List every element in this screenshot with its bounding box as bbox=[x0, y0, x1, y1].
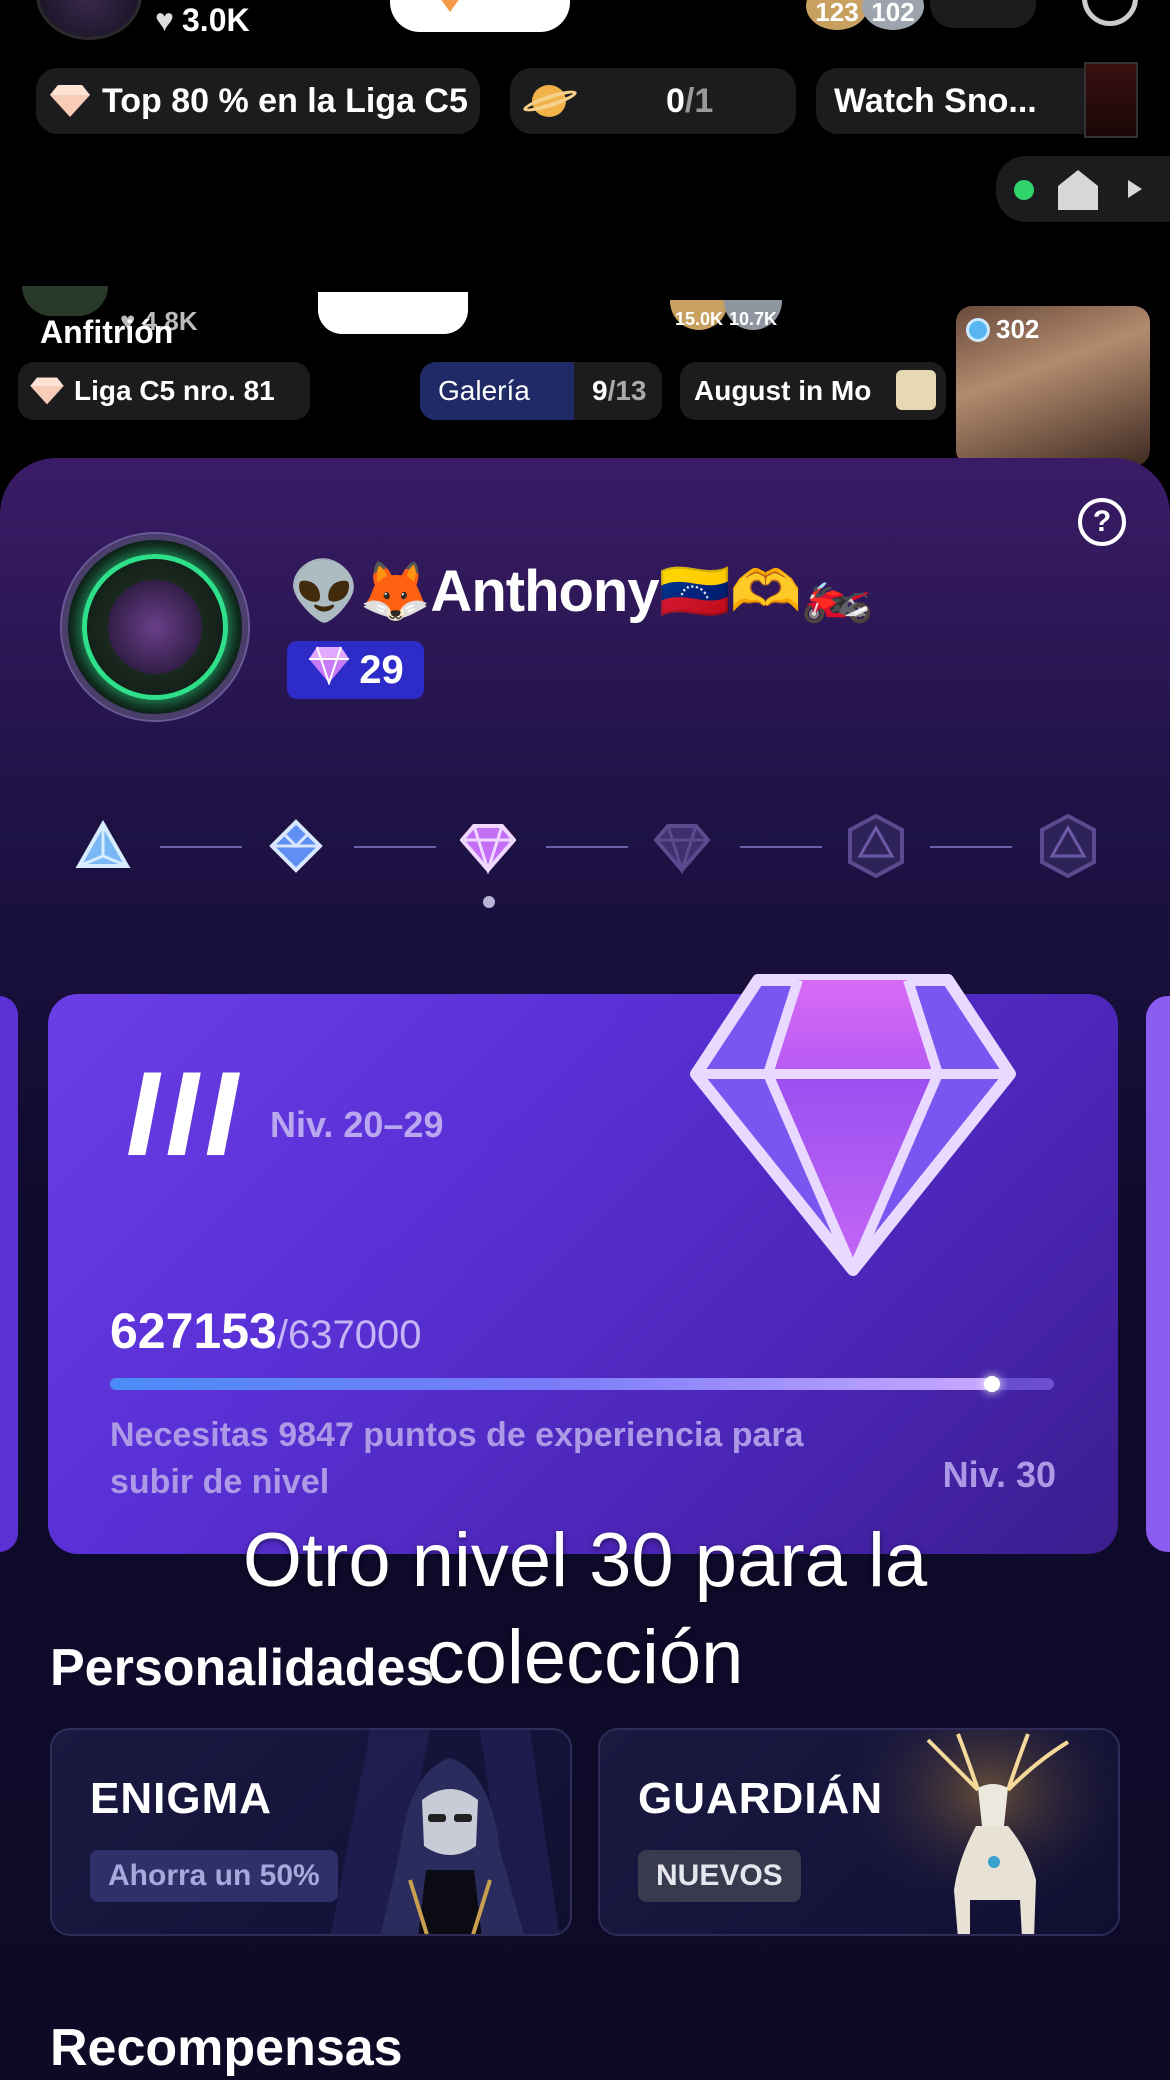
hooded-figure-image bbox=[330, 1730, 560, 1934]
tier-3-gem-icon[interactable] bbox=[459, 818, 517, 875]
rewards-title: Recompensas bbox=[50, 2019, 403, 2077]
purple-gem-icon bbox=[307, 645, 351, 695]
xp-counter: 627153/637000 bbox=[110, 1303, 422, 1359]
second-league-pill[interactable]: Liga C5 nro. 81 bbox=[18, 362, 310, 420]
personality-name: ENIGMA bbox=[90, 1774, 272, 1823]
host-likes: ♥ 3.0K bbox=[155, 2, 250, 38]
help-icon[interactable]: ? bbox=[1078, 498, 1126, 546]
tier-5-locked-icon[interactable] bbox=[844, 813, 908, 879]
live-stream-overlay: ♥ 3.0K 55 123 102 Top 80 % en la Liga C5… bbox=[0, 0, 1170, 470]
diamond-icon bbox=[30, 376, 64, 406]
planet-icon bbox=[521, 81, 579, 121]
event-poster-thumbnail bbox=[1084, 62, 1138, 138]
tier-connector bbox=[546, 846, 628, 848]
tier-progression bbox=[0, 813, 1170, 879]
xp-needed-text: Necesitas 9847 puntos de experiencia par… bbox=[110, 1416, 804, 1501]
avatar-emblem bbox=[108, 580, 202, 674]
xp-progress-fill bbox=[110, 1376, 1000, 1392]
heart-gift-icon bbox=[430, 0, 470, 12]
follow-button[interactable]: 55 bbox=[390, 0, 570, 32]
next-level-label: Niv. 30 bbox=[942, 1454, 1056, 1495]
host-label: Anfitrión bbox=[40, 314, 174, 350]
host-avatar[interactable] bbox=[36, 0, 142, 40]
large-gem-icon bbox=[688, 964, 1018, 1284]
second-host-avatar[interactable] bbox=[22, 286, 108, 316]
tier-connector bbox=[740, 846, 822, 848]
watch-pill[interactable]: Watch Sno... bbox=[816, 62, 1138, 138]
video-caption: Otro nivel 30 para la colección bbox=[242, 1518, 928, 1701]
tier-6-locked-icon[interactable] bbox=[1036, 813, 1100, 879]
viewer-count: 302 bbox=[966, 314, 1039, 345]
stream-controls[interactable] bbox=[996, 156, 1170, 222]
tier-connector bbox=[930, 846, 1012, 848]
tier-roman-numeral: III bbox=[126, 1047, 245, 1181]
personality-card-enigma[interactable]: ENIGMA Ahorra un 50% bbox=[50, 1728, 572, 1936]
personality-card-guardian[interactable]: GUARDIÁN NUEVOS bbox=[598, 1728, 1120, 1936]
diamond-icon bbox=[50, 83, 90, 119]
planet-progress-pill[interactable]: 0/1 bbox=[510, 68, 796, 134]
previous-level-card[interactable] bbox=[0, 996, 18, 1552]
top-coins: 123 102 bbox=[806, 0, 924, 30]
level-range: Niv. 20–29 bbox=[270, 1104, 444, 1145]
august-pill[interactable]: August in Mo bbox=[680, 362, 946, 420]
coin-icon: 102 bbox=[862, 0, 924, 30]
username: 👽🦊Anthony🇻🇪🫶🏍️ bbox=[288, 559, 873, 624]
level-sheet: ? 👽🦊Anthony🇻🇪🫶🏍️ 29 III Niv. 20–29 62715… bbox=[0, 458, 1170, 2080]
coin-icon: 10.7K bbox=[724, 300, 782, 330]
league-pill[interactable]: Top 80 % en la Liga C5 bbox=[36, 68, 480, 134]
white-stag-image bbox=[858, 1730, 1118, 1934]
tier-connector bbox=[354, 846, 436, 848]
tier-1-triangle-icon[interactable] bbox=[75, 818, 131, 874]
guest-video-thumbnail[interactable]: 302 bbox=[956, 306, 1150, 466]
new-badge: NUEVOS bbox=[638, 1850, 801, 1902]
level-card[interactable]: III Niv. 20–29 627153/637000 Necesitas 9… bbox=[48, 974, 1118, 1554]
heart-icon: ♥ bbox=[155, 2, 174, 38]
next-level-card[interactable] bbox=[1146, 996, 1170, 1552]
home-icon[interactable] bbox=[1058, 170, 1098, 210]
coin-icon: 15.0K bbox=[670, 300, 728, 330]
tier-indicator-dot bbox=[483, 896, 495, 908]
viewer-icon bbox=[966, 317, 990, 342]
discount-badge: Ahorra un 50% bbox=[90, 1850, 338, 1902]
top-pill-partial[interactable] bbox=[930, 0, 1036, 28]
tier-2-diamond-icon[interactable] bbox=[268, 818, 324, 874]
coin-icon: 123 bbox=[806, 0, 868, 30]
gallery-pill[interactable]: Galería 9/13 bbox=[420, 362, 662, 420]
tier-4-gem-locked-icon[interactable] bbox=[653, 818, 711, 875]
tier-connector bbox=[160, 846, 242, 848]
personality-name: GUARDIÁN bbox=[638, 1774, 884, 1823]
computer-icon bbox=[896, 370, 936, 410]
xp-progress-bar bbox=[110, 1376, 1054, 1392]
second-follow-button[interactable] bbox=[318, 292, 468, 334]
avatar[interactable] bbox=[62, 534, 248, 720]
close-circle-icon[interactable] bbox=[1082, 0, 1138, 26]
online-dot-icon bbox=[1014, 180, 1034, 200]
second-coins: 15.0K 10.7K bbox=[670, 300, 782, 330]
level-badge: 29 bbox=[287, 641, 424, 699]
play-arrow-icon[interactable] bbox=[1128, 180, 1142, 198]
